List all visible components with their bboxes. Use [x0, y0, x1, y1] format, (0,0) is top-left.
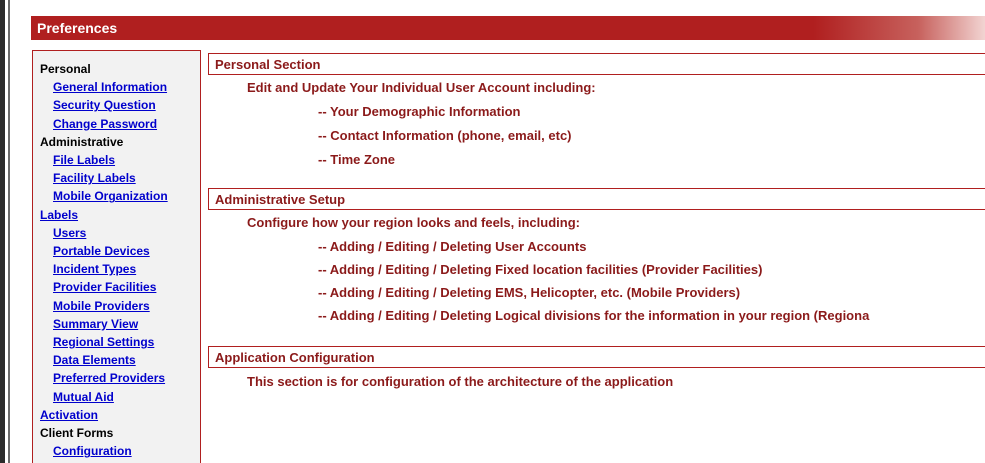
personal-bullet: -- Your Demographic Information	[318, 104, 521, 119]
administrative-bullet: -- Adding / Editing / Deleting User Acco…	[318, 239, 587, 254]
personal-bullet: -- Time Zone	[318, 152, 396, 167]
sidebar-item-summary-view[interactable]: Summary View	[40, 315, 168, 333]
sidebar-item-activation[interactable]: Activation	[40, 406, 168, 424]
sidebar-menu: Personal General Information Security Qu…	[40, 60, 168, 460]
sidebar-item-configuration[interactable]: Configuration	[40, 442, 168, 460]
administrative-bullet: -- Adding / Editing / Deleting Logical d…	[318, 308, 870, 323]
sidebar-item-general-information[interactable]: General Information	[40, 78, 168, 96]
administrative-section: Administrative Setup Configure how your …	[208, 188, 985, 323]
sidebar-item-labels[interactable]: Labels	[40, 206, 168, 224]
preferences-header-bar: Preferences	[31, 16, 985, 40]
window-left-border	[8, 0, 10, 463]
sidebar-item-incident-types[interactable]: Incident Types	[40, 260, 168, 278]
sidebar-item-mobile-organization[interactable]: Mobile Organization	[40, 187, 168, 205]
personal-intro-text: Edit and Update Your Individual User Acc…	[247, 80, 596, 95]
sidebar-item-file-labels[interactable]: File Labels	[40, 151, 168, 169]
sidebar-group-administrative: Administrative	[40, 134, 124, 149]
section-title-administrative: Administrative Setup	[208, 188, 985, 210]
sidebar-item-mobile-providers[interactable]: Mobile Providers	[40, 297, 168, 315]
personal-section: Personal Section Edit and Update Your In…	[208, 53, 985, 167]
administrative-intro-text: Configure how your region looks and feel…	[247, 215, 580, 230]
page-title: Preferences	[37, 20, 118, 36]
sidebar-item-mutual-aid[interactable]: Mutual Aid	[40, 388, 168, 406]
section-title-application: Application Configuration	[208, 346, 985, 368]
personal-bullet: -- Contact Information (phone, email, et…	[318, 128, 572, 143]
application-section: Application Configuration This section i…	[208, 346, 985, 389]
administrative-bullet: -- Adding / Editing / Deleting EMS, Heli…	[318, 285, 741, 300]
sidebar-item-users[interactable]: Users	[40, 224, 168, 242]
administrative-bullet: -- Adding / Editing / Deleting Fixed loc…	[318, 262, 763, 277]
application-intro-text: This section is for configuration of the…	[247, 374, 674, 389]
preferences-sidebar: Personal General Information Security Qu…	[32, 50, 201, 463]
sidebar-item-provider-facilities[interactable]: Provider Facilities	[40, 278, 168, 296]
sidebar-item-portable-devices[interactable]: Portable Devices	[40, 242, 168, 260]
sidebar-group-personal: Personal	[40, 62, 91, 76]
sidebar-item-facility-labels[interactable]: Facility Labels	[40, 169, 168, 187]
sidebar-item-regional-settings[interactable]: Regional Settings	[40, 333, 168, 351]
section-title-personal: Personal Section	[208, 53, 985, 75]
sidebar-group-client-forms: Client Forms	[40, 426, 114, 441]
window-left-edge	[0, 0, 5, 463]
sidebar-item-preferred-providers[interactable]: Preferred Providers	[40, 369, 168, 387]
sidebar-item-data-elements[interactable]: Data Elements	[40, 351, 168, 369]
sidebar-item-change-password[interactable]: Change Password	[40, 115, 168, 133]
sidebar-item-security-question[interactable]: Security Question	[40, 96, 168, 114]
